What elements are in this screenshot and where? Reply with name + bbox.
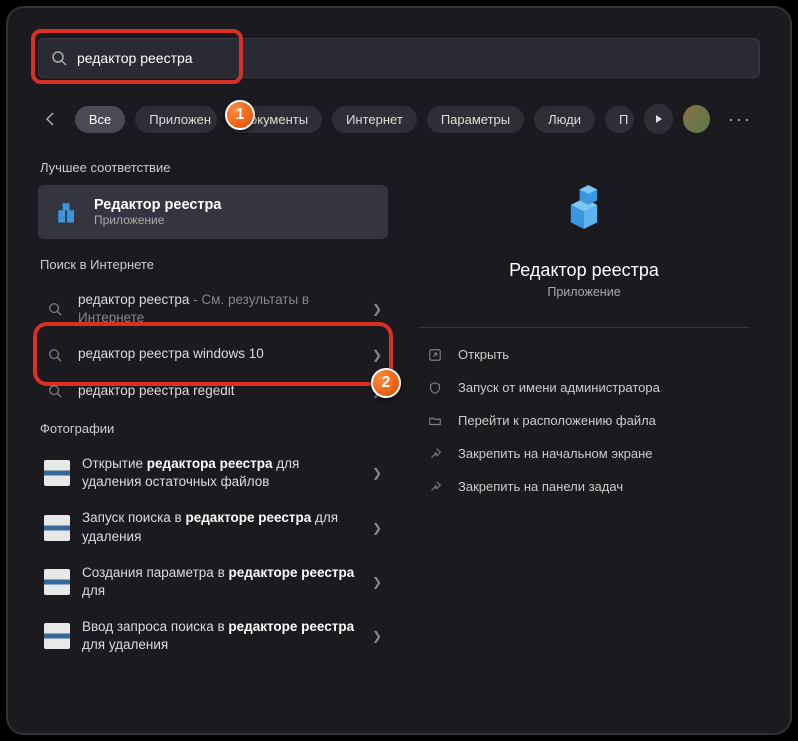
divider	[418, 327, 750, 328]
search-icon	[51, 50, 67, 66]
filter-apps[interactable]: Приложен	[135, 106, 217, 133]
annotation-badge-1: 1	[225, 100, 255, 130]
best-match-subtitle: Приложение	[94, 213, 221, 227]
back-arrow-icon[interactable]	[38, 111, 65, 127]
filter-web[interactable]: Интернет	[332, 106, 417, 133]
best-match-result[interactable]: Редактор реестра Приложение	[38, 185, 388, 239]
section-web-label: Поиск в Интернете	[40, 257, 388, 272]
shield-icon	[428, 381, 444, 395]
open-icon	[428, 348, 444, 362]
photo-result[interactable]: Открытие редактора реестра для удаления …	[38, 446, 388, 500]
play-button[interactable]	[644, 104, 673, 134]
pin-icon	[428, 480, 444, 494]
search-input[interactable]	[77, 50, 747, 66]
filter-settings[interactable]: Параметры	[427, 106, 524, 133]
more-menu-icon[interactable]: ···	[720, 109, 760, 130]
regedit-icon	[52, 197, 82, 227]
chevron-right-icon: ❯	[372, 348, 382, 362]
action-open[interactable]: Открыть	[408, 338, 760, 371]
action-pin-taskbar[interactable]: Закрепить на панели задач	[408, 470, 760, 503]
web-result[interactable]: редактор реестра windows 10 ❯	[38, 336, 388, 372]
section-best-match-label: Лучшее соответствие	[40, 160, 388, 175]
chevron-right-icon: ❯	[372, 629, 382, 643]
photo-result[interactable]: Создания параметра в редакторе реестра д…	[38, 555, 388, 609]
photo-result[interactable]: Запуск поиска в редакторе реестра для уд…	[38, 500, 388, 554]
user-avatar[interactable]	[683, 105, 710, 133]
photo-thumbnail	[44, 460, 70, 486]
pin-icon	[428, 447, 444, 461]
photo-thumbnail	[44, 515, 70, 541]
search-icon	[44, 384, 66, 398]
filter-all[interactable]: Все	[75, 106, 125, 133]
action-file-location[interactable]: Перейти к расположению файла	[408, 404, 760, 437]
photo-result[interactable]: Ввод запроса поиска в редакторе реестра …	[38, 609, 388, 663]
web-result[interactable]: редактор реестра regedit ❯	[38, 373, 388, 409]
section-photos-label: Фотографии	[40, 421, 388, 436]
search-icon	[44, 302, 66, 316]
annotation-badge-2: 2	[371, 368, 401, 398]
search-box[interactable]	[38, 38, 760, 78]
regedit-icon-large	[549, 172, 619, 242]
preview-title: Редактор реестра	[408, 260, 760, 281]
action-run-admin[interactable]: Запуск от имени администратора	[408, 371, 760, 404]
chevron-right-icon: ❯	[372, 466, 382, 480]
search-icon	[44, 348, 66, 362]
photo-thumbnail	[44, 623, 70, 649]
preview-subtitle: Приложение	[408, 285, 760, 299]
best-match-title: Редактор реестра	[94, 197, 221, 213]
photo-thumbnail	[44, 569, 70, 595]
chevron-right-icon: ❯	[372, 575, 382, 589]
filter-people[interactable]: Люди	[534, 106, 595, 133]
chevron-right-icon: ❯	[372, 521, 382, 535]
filter-more-cut[interactable]: П	[605, 106, 634, 133]
web-result[interactable]: редактор реестра - См. результаты в Инте…	[38, 282, 388, 336]
folder-icon	[428, 414, 444, 428]
chevron-right-icon: ❯	[372, 302, 382, 316]
action-pin-start[interactable]: Закрепить на начальном экране	[408, 437, 760, 470]
